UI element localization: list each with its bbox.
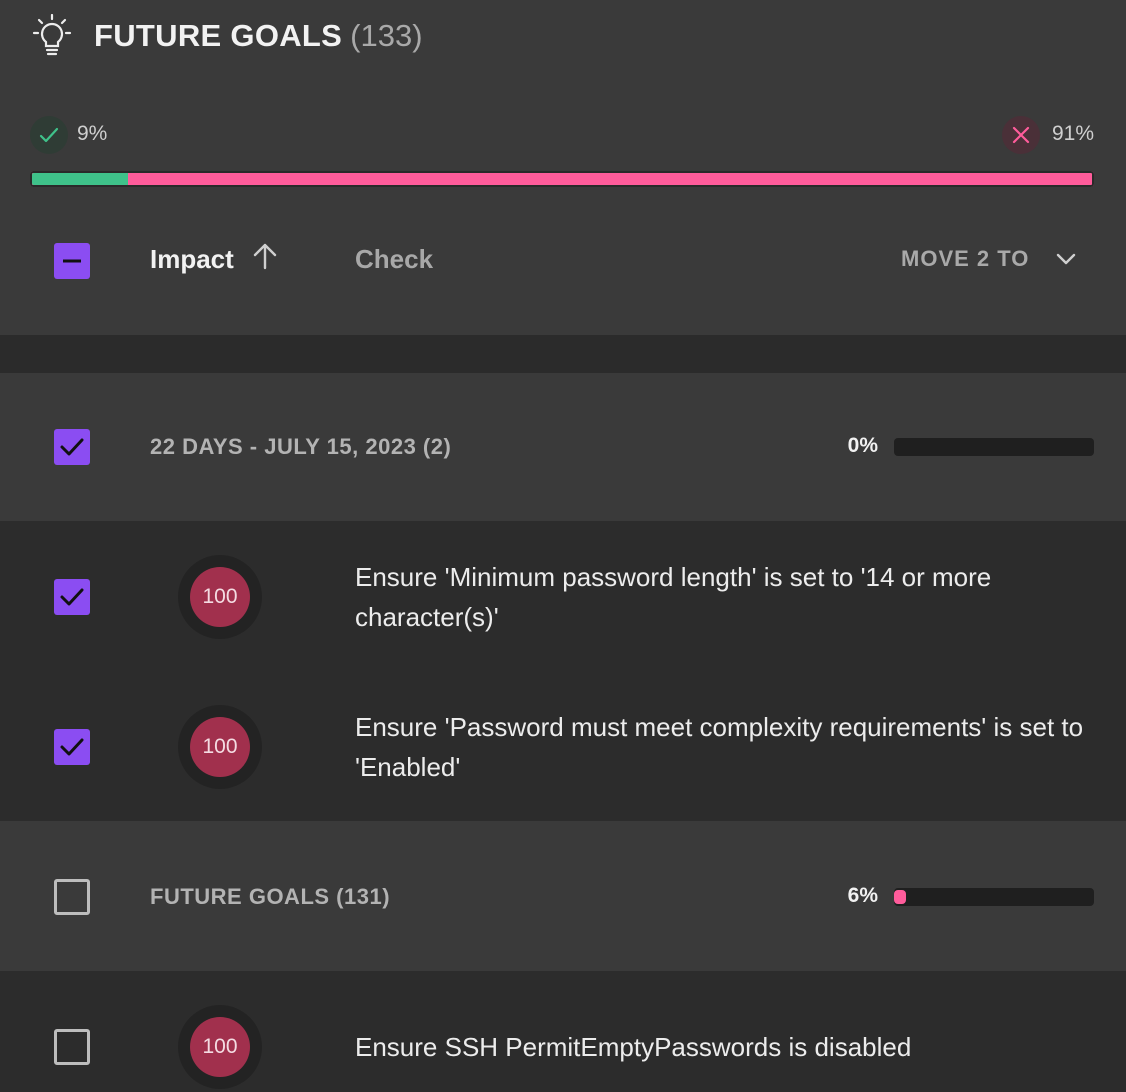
page-title: FUTURE GOALS (94, 18, 343, 53)
check-title[interactable]: Ensure SSH PermitEmptyPasswords is disab… (355, 1027, 1095, 1067)
group-label: FUTURE GOALS (131) (150, 884, 391, 909)
impact-value: 100 (190, 567, 250, 627)
section-divider (0, 335, 1126, 373)
impact-column-header[interactable]: Impact (150, 244, 234, 275)
group-header[interactable]: FUTURE GOALS (131) 6% (0, 823, 1126, 971)
item-checkbox[interactable] (54, 579, 90, 615)
summary-progress-fill (32, 173, 128, 185)
group-progress-bar (894, 438, 1094, 456)
summary-progress-bar (30, 171, 1094, 187)
pass-percentage: 9% (77, 122, 108, 145)
check-icon (30, 116, 68, 154)
list-item[interactable]: 100 Ensure SSH PermitEmptyPasswords is d… (0, 971, 1126, 1092)
item-checkbox[interactable] (54, 729, 90, 765)
lightbulb-icon (32, 13, 72, 58)
summary-percentages: 9% 91% (30, 116, 1094, 154)
group-checkbox[interactable] (54, 879, 90, 915)
chevron-down-icon[interactable] (1054, 249, 1078, 274)
group-label: 22 DAYS - JULY 15, 2023 (2) (150, 434, 452, 459)
item-checkbox[interactable] (54, 1029, 90, 1065)
move-to-button[interactable]: MOVE 2 TO (901, 246, 1029, 272)
title-row: FUTURE GOALS (133) (32, 13, 423, 58)
select-all-checkbox[interactable] (54, 243, 90, 279)
group-percentage: 6% (847, 884, 878, 907)
goals-header: FUTURE GOALS (133) 9% 91% Impact Check M… (0, 0, 1126, 335)
impact-value: 100 (190, 1017, 250, 1077)
group-percentage: 0% (847, 434, 878, 457)
arrow-up-icon[interactable] (252, 241, 278, 276)
check-title[interactable]: Ensure 'Password must meet complexity re… (355, 707, 1095, 787)
impact-value: 100 (190, 717, 250, 777)
list-item[interactable]: 100 Ensure 'Minimum password length' is … (0, 521, 1126, 671)
impact-score: 100 (178, 555, 262, 639)
group-progress-fill (894, 890, 906, 904)
list-item[interactable]: 100 Ensure 'Password must meet complexit… (0, 671, 1126, 821)
title-count: (133) (350, 18, 423, 53)
group-checkbox[interactable] (54, 429, 90, 465)
fail-percentage: 91% (1051, 122, 1094, 145)
impact-score: 100 (178, 1005, 262, 1089)
close-icon (1002, 116, 1040, 154)
impact-score: 100 (178, 705, 262, 789)
column-header: Impact Check MOVE 2 TO (0, 232, 1126, 290)
check-column-header[interactable]: Check (355, 244, 433, 275)
check-title[interactable]: Ensure 'Minimum password length' is set … (355, 557, 1095, 637)
group-progress-bar (894, 888, 1094, 906)
group-header[interactable]: 22 DAYS - JULY 15, 2023 (2) 0% (0, 373, 1126, 521)
